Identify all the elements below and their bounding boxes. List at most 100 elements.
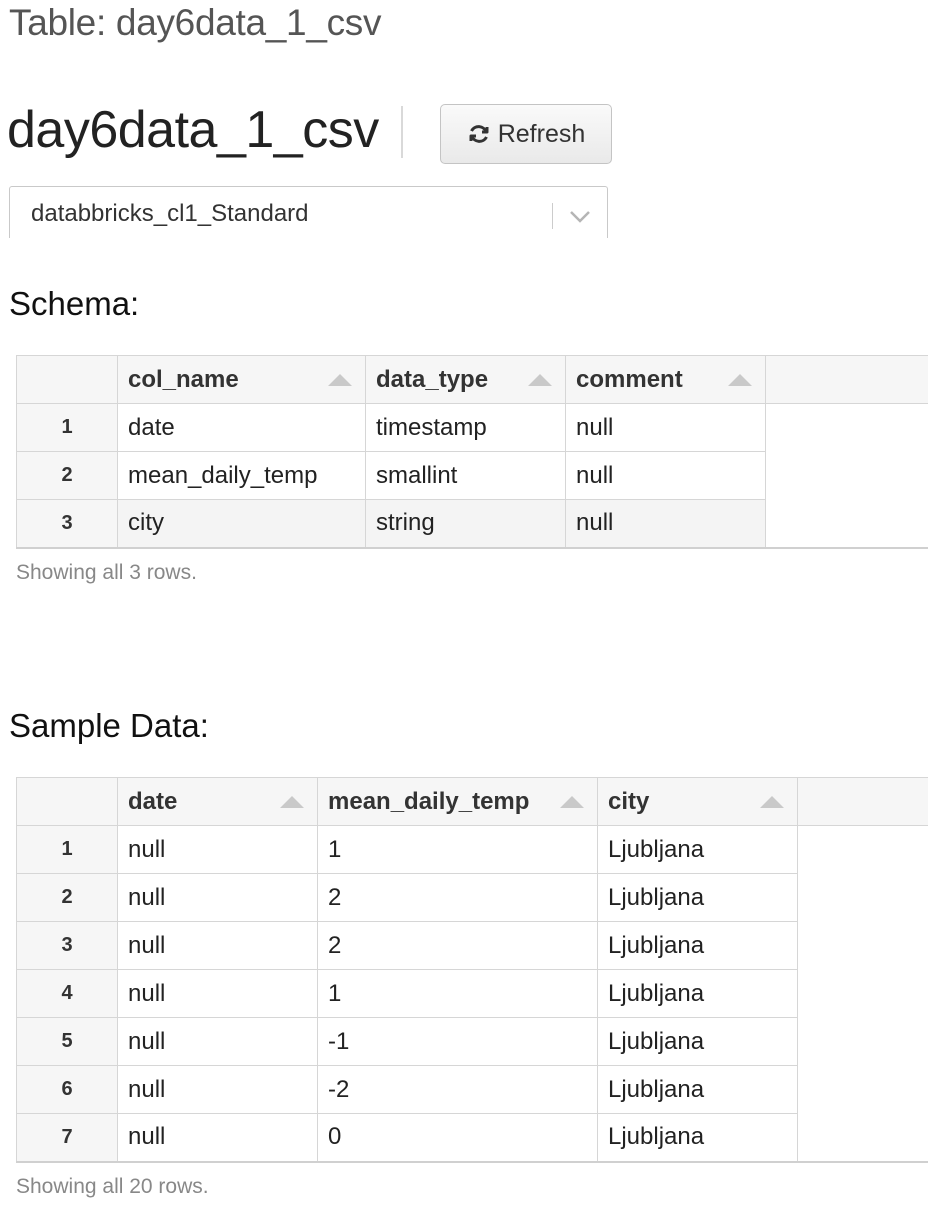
row-filler bbox=[765, 403, 928, 452]
row-index: 3 bbox=[16, 921, 118, 970]
table-row: 5 null -1 Ljubljana bbox=[16, 1017, 928, 1066]
table-cell: Ljubljana bbox=[597, 825, 798, 874]
column-header-label: comment bbox=[576, 365, 683, 393]
sort-ascending-icon[interactable] bbox=[727, 373, 753, 387]
sort-ascending-icon[interactable] bbox=[759, 795, 785, 809]
table-row: 1 date timestamp null bbox=[16, 403, 928, 452]
table-cell: smallint bbox=[365, 451, 566, 500]
table-row: 7 null 0 Ljubljana bbox=[16, 1113, 928, 1163]
column-header[interactable]: col_name bbox=[117, 355, 366, 404]
row-index: 6 bbox=[16, 1065, 118, 1114]
sort-ascending-icon[interactable] bbox=[527, 373, 553, 387]
table-detail-page: Table: day6data_1_csv day6data_1_csv Ref… bbox=[0, 0, 928, 1220]
table-cell: 1 bbox=[317, 825, 598, 874]
refresh-icon bbox=[469, 125, 489, 143]
row-filler bbox=[765, 499, 928, 549]
row-index: 4 bbox=[16, 969, 118, 1018]
column-header-label: data_type bbox=[376, 365, 489, 393]
table-row: 1 null 1 Ljubljana bbox=[16, 825, 928, 874]
column-header[interactable]: data_type bbox=[365, 355, 566, 404]
row-filler bbox=[797, 873, 928, 922]
table-cell: null bbox=[565, 403, 766, 452]
table-row: 3 city string null bbox=[16, 499, 928, 549]
table-row: 4 null 1 Ljubljana bbox=[16, 969, 928, 1018]
sample-data-heading: Sample Data: bbox=[9, 707, 209, 744]
schema-row-count: Showing all 3 rows. bbox=[16, 561, 197, 584]
schema-table: col_name data_type comment 1 date timest… bbox=[16, 355, 928, 549]
schema-heading: Schema: bbox=[9, 285, 140, 322]
row-index: 3 bbox=[16, 499, 118, 549]
sample-header-row: date mean_daily_temp city bbox=[16, 777, 928, 826]
row-index: 5 bbox=[16, 1017, 118, 1066]
column-header-label: city bbox=[608, 787, 650, 815]
table-row: 3 null 2 Ljubljana bbox=[16, 921, 928, 970]
row-index: 7 bbox=[16, 1113, 118, 1163]
cluster-select-value: databbricks_cl1_Standard bbox=[31, 200, 309, 227]
table-cell: Ljubljana bbox=[597, 1065, 798, 1114]
refresh-label: Refresh bbox=[497, 119, 586, 148]
row-index-header bbox=[16, 355, 118, 404]
row-index: 1 bbox=[16, 825, 118, 874]
table-cell: 0 bbox=[317, 1113, 598, 1163]
sample-row-count: Showing all 20 rows. bbox=[16, 1175, 209, 1198]
row-filler bbox=[797, 921, 928, 970]
refresh-button[interactable]: Refresh bbox=[440, 104, 612, 164]
table-cell: null bbox=[117, 1017, 318, 1066]
row-filler bbox=[765, 451, 928, 500]
row-filler bbox=[797, 1017, 928, 1066]
table-cell: city bbox=[117, 499, 366, 549]
row-filler bbox=[797, 1113, 928, 1163]
column-header[interactable]: comment bbox=[565, 355, 766, 404]
header-filler bbox=[765, 355, 928, 404]
column-header-label: mean_daily_temp bbox=[328, 787, 530, 815]
select-separator bbox=[552, 203, 553, 229]
table-cell: Ljubljana bbox=[597, 873, 798, 922]
table-cell: mean_daily_temp bbox=[117, 451, 366, 500]
table-cell: null bbox=[117, 1113, 318, 1163]
row-filler bbox=[797, 969, 928, 1018]
page-title: day6data_1_csv bbox=[7, 101, 379, 159]
table-cell: Ljubljana bbox=[597, 1113, 798, 1163]
table-row: 2 null 2 Ljubljana bbox=[16, 873, 928, 922]
table-cell: string bbox=[365, 499, 566, 549]
table-cell: null bbox=[117, 1065, 318, 1114]
column-header-label: col_name bbox=[128, 365, 239, 393]
column-header-label: date bbox=[128, 787, 178, 815]
row-filler bbox=[797, 1065, 928, 1114]
row-index: 2 bbox=[16, 451, 118, 500]
schema-header-row: col_name data_type comment bbox=[16, 355, 928, 404]
table-cell: Ljubljana bbox=[597, 1017, 798, 1066]
row-index-header bbox=[16, 777, 118, 826]
table-cell: null bbox=[117, 921, 318, 970]
table-cell: null bbox=[117, 969, 318, 1018]
table-cell: null bbox=[565, 499, 766, 549]
sort-ascending-icon[interactable] bbox=[327, 373, 353, 387]
table-cell: null bbox=[565, 451, 766, 500]
table-row: 2 mean_daily_temp smallint null bbox=[16, 451, 928, 500]
sort-ascending-icon[interactable] bbox=[279, 795, 305, 809]
table-cell: 2 bbox=[317, 873, 598, 922]
breadcrumb: Table: day6data_1_csv bbox=[9, 2, 382, 43]
table-cell: 2 bbox=[317, 921, 598, 970]
sort-ascending-icon[interactable] bbox=[559, 795, 585, 809]
table-cell: timestamp bbox=[365, 403, 566, 452]
cluster-select[interactable]: databbricks_cl1_Standard bbox=[9, 186, 608, 238]
table-cell: Ljubljana bbox=[597, 969, 798, 1018]
table-cell: null bbox=[117, 873, 318, 922]
row-index: 1 bbox=[16, 403, 118, 452]
column-header[interactable]: city bbox=[597, 777, 798, 826]
table-row: 6 null -2 Ljubljana bbox=[16, 1065, 928, 1114]
row-filler bbox=[797, 825, 928, 874]
table-cell: Ljubljana bbox=[597, 921, 798, 970]
table-cell: date bbox=[117, 403, 366, 452]
column-header[interactable]: date bbox=[117, 777, 318, 826]
chevron-down-icon[interactable] bbox=[566, 205, 594, 227]
table-cell: -2 bbox=[317, 1065, 598, 1114]
header-filler bbox=[797, 777, 928, 826]
table-cell: 1 bbox=[317, 969, 598, 1018]
row-index: 2 bbox=[16, 873, 118, 922]
table-cell: -1 bbox=[317, 1017, 598, 1066]
column-header[interactable]: mean_daily_temp bbox=[317, 777, 598, 826]
sample-data-table: date mean_daily_temp city 1 null 1 Ljubl… bbox=[16, 777, 928, 1163]
table-cell: null bbox=[117, 825, 318, 874]
